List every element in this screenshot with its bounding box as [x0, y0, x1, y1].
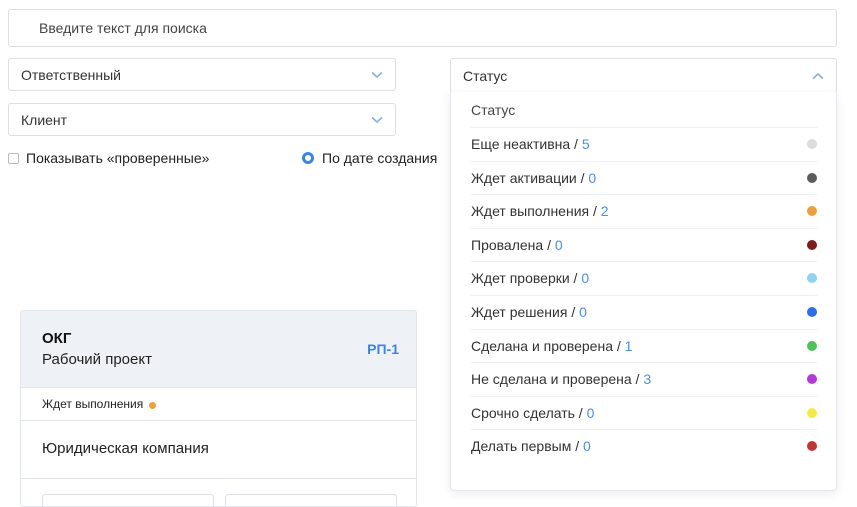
- status-color-dot-icon: [807, 340, 817, 351]
- status-option[interactable]: Ждет решения / 0: [471, 295, 817, 328]
- status-option-separator: /: [570, 136, 582, 152]
- status-color-dot-icon: [807, 441, 817, 452]
- status-option[interactable]: Ждет выполнения / 2: [471, 194, 817, 227]
- show-checked-checkbox[interactable]: [8, 152, 19, 164]
- status-dot-icon: [149, 402, 157, 409]
- status-option[interactable]: Делать первым / 0: [471, 429, 817, 462]
- client-select-value: Клиент: [21, 111, 68, 128]
- search-input[interactable]: Введите текст для поиска: [8, 9, 837, 47]
- status-option-label: Делать первым: [471, 438, 572, 455]
- card-input-2[interactable]: [225, 494, 397, 506]
- sort-by-date-radio[interactable]: [302, 152, 314, 164]
- status-option[interactable]: Еще неактивна / 5: [471, 127, 817, 160]
- chevron-up-icon: [812, 72, 824, 80]
- status-option-count: 3: [643, 371, 652, 388]
- status-color-dot-icon: [807, 374, 817, 385]
- status-color-dot-icon: [807, 239, 817, 250]
- status-option-count: 2: [600, 203, 609, 220]
- status-option-label: Ждет решения: [471, 304, 568, 320]
- card-status: Ждет выполнения: [21, 388, 416, 421]
- status-option-label: Ждет выполнения: [471, 203, 590, 220]
- status-option-label: Ждет проверки: [471, 270, 570, 287]
- card-company: Юридическая компания: [21, 421, 416, 479]
- status-option[interactable]: Провалена / 0: [471, 227, 817, 261]
- status-dropdown-header: Статус: [471, 102, 516, 118]
- status-option-count: 0: [581, 270, 590, 287]
- status-option-count: 0: [554, 236, 563, 253]
- status-option-separator: /: [589, 203, 601, 220]
- status-option-label: Провалена: [471, 236, 544, 253]
- chevron-down-icon: [371, 71, 383, 79]
- status-option-label: Сделана и проверена: [471, 337, 613, 354]
- status-option-count: 5: [581, 136, 590, 152]
- status-option-separator: /: [612, 337, 625, 354]
- card-title: ОКГ: [42, 330, 72, 347]
- chevron-down-icon: [371, 116, 383, 124]
- search-placeholder: Введите текст для поиска: [39, 20, 207, 36]
- card-code-link[interactable]: РП-1: [367, 341, 399, 357]
- status-option-separator: /: [543, 236, 555, 253]
- status-color-dot-icon: [807, 307, 817, 317]
- card-header: ОКГ Рабочий проект РП-1: [21, 311, 416, 388]
- status-option-count: 0: [583, 438, 591, 455]
- card-inputs: [21, 479, 416, 506]
- status-option-separator: /: [569, 270, 582, 287]
- status-option-label: Еще неактивна: [471, 136, 571, 152]
- status-option[interactable]: Сделана и проверена / 1: [471, 328, 817, 362]
- status-select-value: Статус: [463, 67, 508, 84]
- card-status-label: Ждет выполнения: [42, 397, 144, 411]
- status-color-dot-icon: [807, 407, 817, 418]
- status-color-dot-icon: [807, 206, 817, 217]
- status-color-dot-icon: [807, 273, 817, 284]
- card-subtitle: Рабочий проект: [42, 351, 152, 368]
- status-option-separator: /: [567, 304, 580, 320]
- status-option[interactable]: Не сделана и проверена / 3: [471, 362, 817, 395]
- status-select[interactable]: Статус: [450, 58, 837, 93]
- status-option[interactable]: Ждет активации / 0: [471, 160, 817, 194]
- responsible-select-value: Ответственный: [21, 66, 121, 83]
- status-option-label: Ждет активации: [471, 169, 577, 186]
- status-option-label: Срочно сделать: [471, 404, 575, 421]
- responsible-select[interactable]: Ответственный: [8, 58, 396, 91]
- status-option-count: 0: [586, 404, 595, 421]
- status-option[interactable]: Срочно сделать / 0: [471, 395, 817, 429]
- status-dropdown-menu: Статус Еще неактивна / 5 Ждет активации /…: [450, 92, 837, 491]
- project-card[interactable]: ОКГ Рабочий проект РП-1 Ждет выполнения …: [20, 310, 417, 507]
- status-option-count: 1: [624, 337, 633, 354]
- sort-by-date-option[interactable]: По дате создания: [302, 150, 437, 166]
- status-option-separator: /: [574, 404, 587, 421]
- sort-by-date-label: По дате создания: [322, 150, 438, 166]
- status-option-label: Не сделана и проверена: [471, 371, 632, 388]
- card-input-1[interactable]: [42, 494, 214, 506]
- status-option-separator: /: [631, 371, 644, 388]
- status-option-count: 0: [588, 169, 597, 186]
- status-option-separator: /: [576, 169, 589, 186]
- status-color-dot-icon: [807, 139, 817, 149]
- status-option-count: 0: [579, 304, 587, 320]
- status-option[interactable]: Ждет проверки / 0: [471, 261, 817, 294]
- show-checked-option[interactable]: Показывать «проверенные»: [8, 150, 209, 166]
- show-checked-label: Показывать «проверенные»: [26, 150, 210, 166]
- status-option-separator: /: [571, 438, 583, 455]
- client-select[interactable]: Клиент: [8, 103, 396, 136]
- status-color-dot-icon: [807, 172, 817, 183]
